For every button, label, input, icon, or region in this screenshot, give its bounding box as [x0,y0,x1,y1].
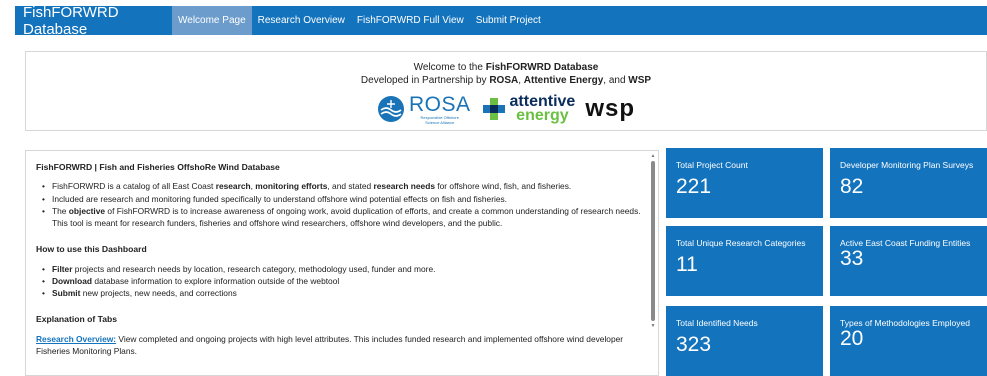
stat-value: 11 [676,253,698,277]
attentive-cross-icon [482,98,505,120]
stat-card-identified-needs: Total Identified Needs 323 [666,306,823,376]
welcome-heading: Welcome to the FishFORWRD Database [26,62,986,73]
stat-label: Total Unique Research Categories [676,238,806,248]
welcome-banner: Welcome to the FishFORWRD Database Devel… [25,51,987,131]
tab-welcome-page[interactable]: Welcome Page [172,6,252,35]
list-item: Filter projects and research needs by lo… [42,263,646,275]
energy-logo-text: energy [516,107,569,124]
app-brand[interactable]: FishFORWRD Database [15,4,172,38]
tabs-explanation: Research Overview: View completed and on… [36,333,646,357]
partner-wsp: WSP [628,75,652,86]
attentive-energy-logo: attentive energy [481,93,575,124]
stat-label: Total Project Count [676,160,748,170]
scroll-thumb[interactable] [651,161,655,321]
rosa-emblem-icon [378,96,404,122]
stat-value: 20 [840,327,864,351]
tab-submit-project[interactable]: Submit Project [470,6,547,35]
partner-separator-2: , and [603,75,629,86]
welcome-prefix: Welcome to the [413,62,486,73]
stat-value: 221 [676,175,712,199]
partner-logos: ROSA Responsible Offshore Science Allian… [26,92,986,126]
howto-title: How to use this Dashboard [36,244,147,255]
info-scrollbar[interactable]: ▲ ▼ [650,153,656,373]
rosa-logo-text: ROSA [409,92,471,116]
list-item: Submit new projects, new needs, and corr… [42,287,646,299]
research-overview-link[interactable]: Research Overview: [36,334,116,344]
list-item: Download database information to explore… [42,275,646,287]
tab-research-overview[interactable]: Research Overview [252,6,351,35]
tab-fishforwrd-full-view[interactable]: FishFORWRD Full View [351,6,470,35]
stat-value: 33 [840,247,864,271]
welcome-db-name: FishFORWRD Database [485,62,599,73]
scroll-down-icon[interactable]: ▼ [650,323,656,329]
stat-card-methodologies: Types of Methodologies Employed 20 [830,306,987,376]
partnership-prefix: Developed in Partnership by [360,75,490,86]
stat-card-total-project-count: Total Project Count 221 [666,148,823,218]
tabs-title: Explanation of Tabs [36,314,118,325]
stat-card-funding-entities: Active East Coast Funding Entities 33 [830,226,987,296]
wsp-logo: wsp [585,95,635,122]
intro-bullets: FishFORWRD is a catalog of all East Coas… [42,180,646,229]
info-title: FishFORWRD | Fish and Fisheries OffshoRe… [36,162,280,172]
list-item: Included are research and monitoring fun… [42,193,646,205]
stat-card-developer-monitoring: Developer Monitoring Plan Surveys 82 [830,148,987,218]
stat-value: 82 [840,175,864,199]
tabs-explanation-text: View completed and ongoing projects with… [36,333,624,356]
stat-card-research-categories: Total Unique Research Categories 11 [666,226,823,296]
partner-rosa: ROSA [489,75,519,86]
stat-label: Total Identified Needs [676,318,758,328]
top-navbar: FishFORWRD Database Welcome Page Researc… [15,4,987,38]
rosa-logo-sub2: Science Alliance [425,119,455,125]
list-item: FishFORWRD is a catalog of all East Coas… [42,180,646,192]
partnership-line: Developed in Partnership by ROSA, Attent… [26,75,986,86]
stat-value: 323 [676,333,712,357]
partner-attentive-energy: Attentive Energy [523,75,604,86]
list-item: The objective of FishFORWRD is to increa… [42,205,646,229]
nav-tabs: Welcome Page Research Overview FishFORWR… [172,6,547,35]
howto-bullets: Filter projects and research needs by lo… [42,263,646,300]
stat-label: Developer Monitoring Plan Surveys [840,160,974,170]
rosa-logo: ROSA Responsible Offshore Science Allian… [377,94,471,125]
info-panel[interactable]: FishFORWRD | Fish and Fisheries OffshoRe… [25,150,659,376]
scroll-up-icon[interactable]: ▲ [650,153,656,159]
